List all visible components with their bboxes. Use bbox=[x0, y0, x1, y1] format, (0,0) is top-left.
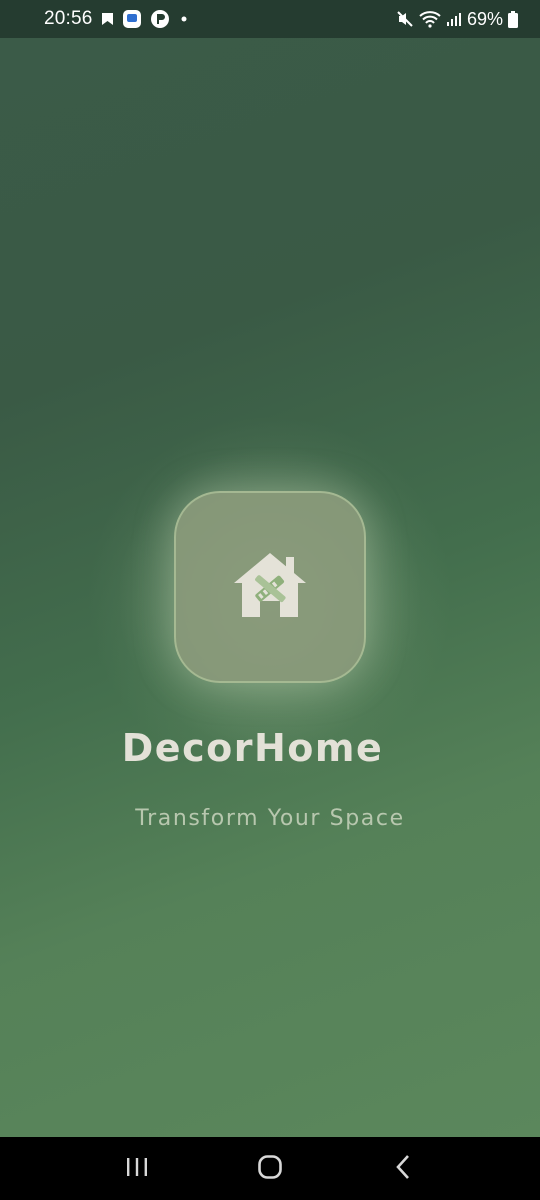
status-time: 20:56 bbox=[44, 8, 93, 29]
splash-screen: DecorHome Transform Your Space bbox=[0, 38, 540, 1137]
wifi-icon bbox=[419, 10, 441, 28]
app-notification-icon bbox=[150, 9, 170, 29]
house-tools-icon bbox=[230, 549, 310, 625]
mute-icon bbox=[396, 10, 414, 28]
app-title: DecorHome bbox=[121, 726, 384, 770]
bookmark-icon bbox=[101, 12, 114, 26]
status-right: 69% bbox=[396, 9, 518, 30]
app-logo bbox=[174, 491, 366, 683]
home-button[interactable] bbox=[240, 1144, 300, 1194]
battery-percentage: 69% bbox=[466, 8, 503, 29]
app-tagline: Transform Your Space bbox=[135, 806, 405, 831]
app-notification-icon bbox=[122, 9, 142, 29]
navigation-bar bbox=[0, 1137, 540, 1200]
status-bar: 20:56 69% bbox=[0, 0, 540, 38]
recent-apps-button[interactable] bbox=[107, 1144, 167, 1194]
battery-icon bbox=[508, 10, 518, 28]
signal-icon bbox=[446, 11, 462, 27]
status-left: 20:56 bbox=[44, 8, 190, 30]
home-icon bbox=[257, 1154, 283, 1184]
back-icon bbox=[393, 1154, 413, 1184]
recent-apps-icon bbox=[125, 1156, 149, 1182]
dot-icon bbox=[178, 13, 190, 25]
back-button[interactable] bbox=[373, 1144, 433, 1194]
